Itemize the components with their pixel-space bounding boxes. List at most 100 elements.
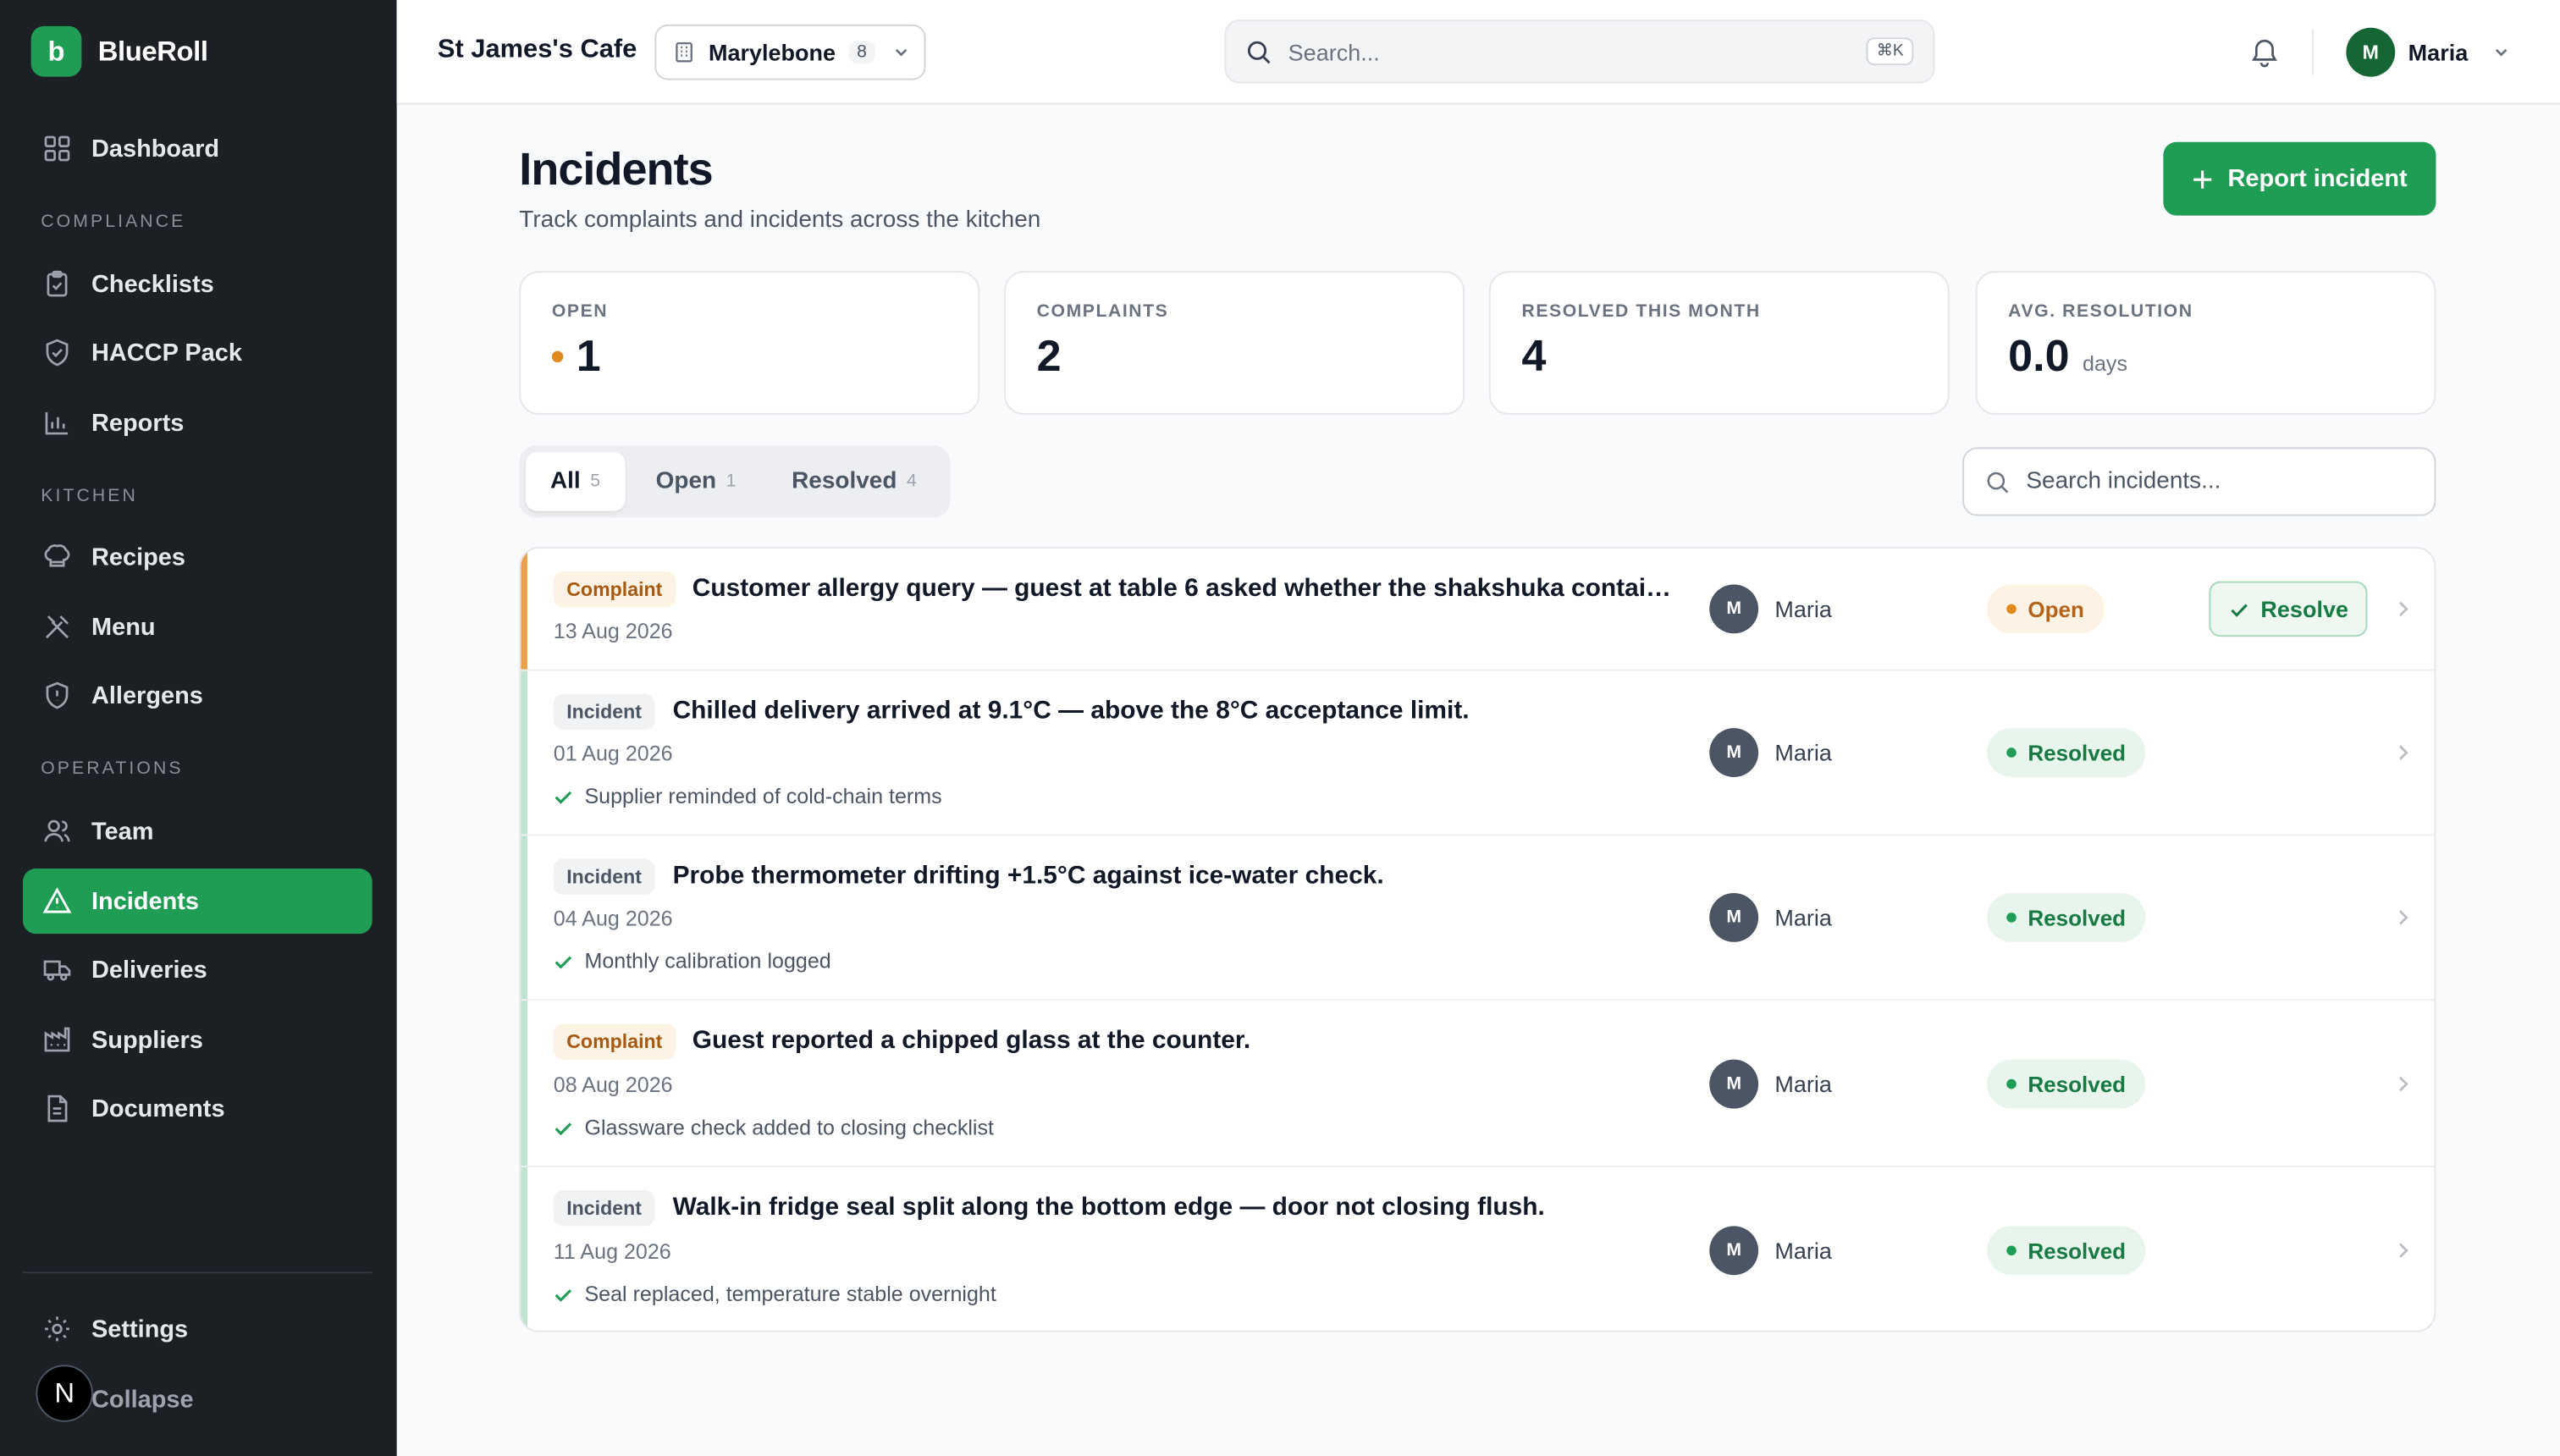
stat-label: AVG. RESOLUTION [2008, 301, 2193, 322]
sidebar-item-label: Documents [91, 1095, 225, 1122]
sidebar-item-haccp-pack[interactable]: HACCP Pack [23, 320, 372, 385]
table-row[interactable]: Incident Probe thermometer drifting +1.5… [521, 836, 2435, 1001]
status-dot [2006, 747, 2017, 758]
assignee-name: Maria [1774, 1237, 1832, 1264]
sidebar-item-label: Checklists [91, 270, 214, 298]
status-badge: Resolved [1987, 728, 2146, 778]
status-label: Resolved [2028, 905, 2127, 930]
sidebar-item-menu[interactable]: Menu [23, 594, 372, 659]
shield-alert-icon [42, 681, 72, 710]
row-accent [521, 836, 527, 1000]
sidebar-item-suppliers[interactable]: Suppliers [23, 1007, 372, 1073]
resolve-label: Resolve [2260, 595, 2348, 622]
status-badge: Resolved [1987, 892, 2146, 942]
avatar: M [1709, 1059, 1759, 1109]
chevron-right-icon[interactable] [2392, 1239, 2414, 1262]
sidebar-item-checklists[interactable]: Checklists [23, 251, 372, 317]
sidebar-item-team[interactable]: Team [23, 798, 372, 863]
brand-name: BlueRoll [97, 35, 208, 67]
check-icon [554, 1122, 572, 1135]
incident-search-input[interactable]: Search incidents... [1962, 447, 2436, 516]
chevron-right-icon[interactable] [2392, 906, 2414, 929]
chevron-right-icon[interactable] [2392, 1073, 2414, 1095]
stat-card-avg-resolution: AVG. RESOLUTION 0.0 days [1975, 271, 2436, 415]
n-badge[interactable]: N [36, 1365, 93, 1422]
chevron-right-icon[interactable] [2392, 598, 2414, 620]
resolve-button[interactable]: Resolve [2209, 581, 2368, 637]
sidebar-item-settings[interactable]: Settings [23, 1296, 372, 1361]
check-icon [554, 955, 572, 968]
sidebar-item-deliveries[interactable]: Deliveries [23, 937, 372, 1002]
global-search-input[interactable]: Search... ⌘K [1224, 19, 1935, 84]
sidebar-item-label: HACCP Pack [91, 339, 242, 367]
search-placeholder: Search... [1288, 38, 1380, 65]
type-tag: Complaint [553, 1023, 676, 1060]
assignee: M Maria [1709, 1059, 1832, 1109]
sidebar-item-incidents[interactable]: Incidents [23, 869, 372, 935]
sidebar-item-label: Allergens [91, 681, 203, 709]
sidebar-item-recipes[interactable]: Recipes [23, 524, 372, 589]
resolution-note: Seal replaced, temperature stable overni… [554, 1282, 996, 1306]
sidebar-item-label: Deliveries [91, 956, 207, 984]
stat-value: 0.0 [2008, 331, 2070, 381]
table-row[interactable]: Incident Chilled delivery arrived at 9.1… [521, 670, 2435, 836]
search-icon [1246, 38, 1272, 64]
table-row[interactable]: Complaint Customer allergy query — guest… [521, 549, 2435, 671]
table-row[interactable]: Complaint Guest reported a chipped glass… [521, 1001, 2435, 1167]
chevron-right-icon[interactable] [2392, 742, 2414, 764]
filter-tabs: All 5 Open 1 Resolved 4 [519, 445, 951, 518]
avatar: M [1709, 728, 1759, 778]
incident-title: Walk-in fridge seal split along the bott… [672, 1193, 1545, 1222]
note-text: Supplier reminded of cold-chain terms [584, 783, 942, 808]
assignee-name: Maria [1774, 904, 1832, 931]
type-tag: Incident [553, 858, 655, 895]
check-icon [554, 790, 572, 803]
incident-date: 04 Aug 2026 [553, 906, 673, 931]
note-text: Glassware check added to closing checkli… [584, 1115, 995, 1140]
sidebar-item-allergens[interactable]: Allergens [23, 663, 372, 728]
report-incident-button[interactable]: Report incident [2163, 141, 2436, 216]
incident-date: 11 Aug 2026 [553, 1238, 671, 1264]
status-badge: Open [1987, 584, 2105, 634]
bell-icon[interactable] [2248, 36, 2281, 69]
location-name: Marylebone [709, 39, 836, 66]
tab-label: Open [655, 468, 717, 495]
incident-date: 01 Aug 2026 [553, 741, 673, 766]
sidebar-item-dashboard[interactable]: Dashboard [23, 116, 372, 181]
bar-chart-icon [42, 408, 72, 438]
sidebar-item-label: Settings [91, 1315, 189, 1343]
tab-count: 4 [907, 472, 917, 492]
assignee: M Maria [1709, 728, 1832, 778]
status-label: Open [2028, 596, 2084, 621]
sidebar-item-label: Incidents [91, 887, 200, 915]
stat-card-resolved: RESOLVED THIS MONTH 4 [1488, 271, 1950, 415]
tab-open[interactable]: Open 1 [632, 452, 761, 510]
type-tag: Incident [553, 693, 655, 731]
table-row[interactable]: Incident Walk-in fridge seal split along… [521, 1166, 2434, 1331]
section-label-operations: OPERATIONS [41, 758, 184, 779]
check-icon [554, 1288, 572, 1301]
sidebar-item-documents[interactable]: Documents [23, 1076, 372, 1141]
tab-resolved[interactable]: Resolved 4 [767, 452, 941, 510]
incident-date: 13 Aug 2026 [553, 618, 673, 643]
user-menu[interactable]: M Maria [2346, 27, 2510, 77]
sidebar-item-label: Recipes [91, 543, 185, 571]
stat-value: 2 [1036, 331, 1062, 381]
brand[interactable]: b BlueRoll [30, 25, 208, 77]
page-title: Incidents [519, 143, 713, 195]
incident-title: Guest reported a chipped glass at the co… [692, 1027, 1251, 1055]
tab-label: Resolved [792, 468, 897, 495]
status-label: Resolved [2028, 1072, 2127, 1097]
tab-all[interactable]: All 5 [526, 452, 625, 511]
status-dot [2006, 604, 2017, 615]
status-badge: Resolved [1987, 1226, 2146, 1276]
row-accent [521, 1001, 527, 1166]
resolution-note: Monthly calibration logged [554, 949, 831, 973]
assignee-name: Maria [1774, 595, 1832, 622]
incident-list: Complaint Customer allergy query — guest… [519, 547, 2436, 1332]
building-icon [673, 41, 696, 63]
sidebar-item-reports[interactable]: Reports [23, 390, 372, 455]
brand-logo: b [30, 25, 82, 77]
shield-check-icon [42, 338, 72, 367]
location-select[interactable]: Marylebone 8 [654, 24, 926, 80]
